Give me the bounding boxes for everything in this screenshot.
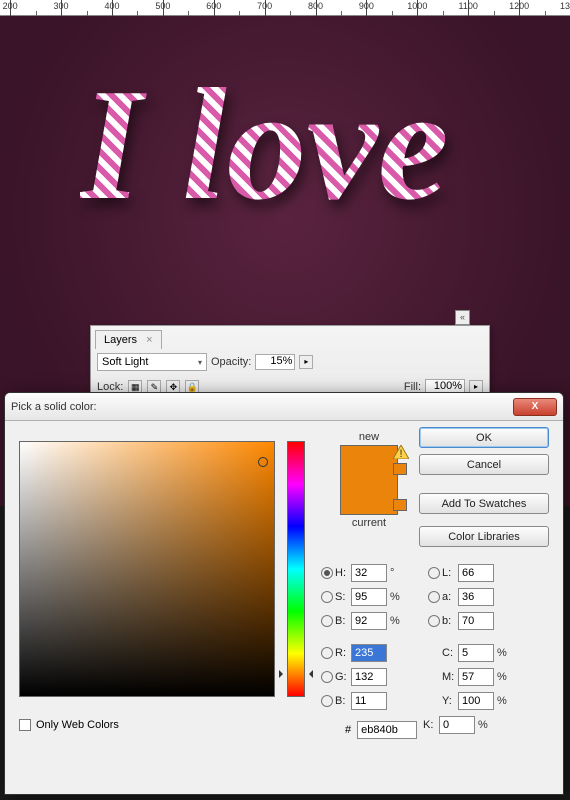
input-bri[interactable] (351, 612, 387, 630)
radio-lab-b[interactable] (428, 615, 440, 627)
gamut-warning-icon[interactable]: ! (393, 445, 409, 459)
color-swatch-preview[interactable] (340, 445, 398, 515)
radio-r[interactable] (321, 647, 333, 659)
color-model-inputs: H: ° L: S: % a: (321, 561, 557, 737)
panel-collapse-button[interactable]: « (455, 310, 470, 325)
color-libraries-button[interactable]: Color Libraries (419, 526, 549, 547)
opacity-label: Opacity: (211, 356, 251, 368)
web-colors-checkbox[interactable] (19, 719, 31, 731)
layers-tab[interactable]: Layers × (95, 330, 162, 349)
radio-bri[interactable] (321, 615, 333, 627)
input-b[interactable] (351, 692, 387, 710)
input-k[interactable] (439, 716, 475, 734)
window-close-button[interactable]: X (513, 398, 557, 416)
svg-text:!: ! (399, 448, 402, 459)
input-g[interactable] (351, 668, 387, 686)
input-c[interactable] (458, 644, 494, 662)
sv-cursor (258, 457, 268, 467)
tab-label: Layers (104, 334, 137, 346)
radio-g[interactable] (321, 671, 333, 683)
input-lab-b[interactable] (458, 612, 494, 630)
hue-slider[interactable] (287, 441, 305, 697)
radio-a[interactable] (428, 591, 440, 603)
input-y[interactable] (458, 692, 494, 710)
ok-button[interactable]: OK (419, 427, 549, 448)
add-to-swatches-button[interactable]: Add To Swatches (419, 493, 549, 514)
new-color-label: new (329, 431, 409, 443)
radio-s[interactable] (321, 591, 333, 603)
artwork-text: I love (80, 76, 449, 212)
radio-b[interactable] (321, 695, 333, 707)
websafe-snap-swatch[interactable] (393, 499, 407, 511)
input-r[interactable] (351, 644, 387, 662)
radio-l[interactable] (428, 567, 440, 579)
horizontal-ruler: 2003004005006007008009001000110012001300 (0, 0, 570, 16)
hex-label: # (345, 724, 351, 736)
opacity-input[interactable]: 15% (255, 354, 295, 370)
input-s[interactable] (351, 588, 387, 606)
cancel-button[interactable]: Cancel (419, 454, 549, 475)
blend-mode-dropdown[interactable]: Soft Light (97, 353, 207, 371)
gamut-snap-swatch[interactable] (393, 463, 407, 475)
input-m[interactable] (458, 668, 494, 686)
dialog-titlebar[interactable]: Pick a solid color: X (5, 393, 563, 421)
color-picker-dialog: Pick a solid color: X new current ! OK C… (4, 392, 564, 795)
input-a[interactable] (458, 588, 494, 606)
current-color-label: current (329, 517, 409, 529)
radio-h[interactable] (321, 567, 333, 579)
dialog-title: Pick a solid color: (11, 401, 97, 413)
opacity-flyout-icon[interactable]: ▸ (299, 355, 313, 369)
input-l[interactable] (458, 564, 494, 582)
close-icon[interactable]: × (146, 334, 152, 346)
web-colors-label: Only Web Colors (36, 719, 119, 731)
hex-input[interactable] (357, 721, 417, 739)
saturation-value-field[interactable] (19, 441, 275, 697)
input-h[interactable] (351, 564, 387, 582)
